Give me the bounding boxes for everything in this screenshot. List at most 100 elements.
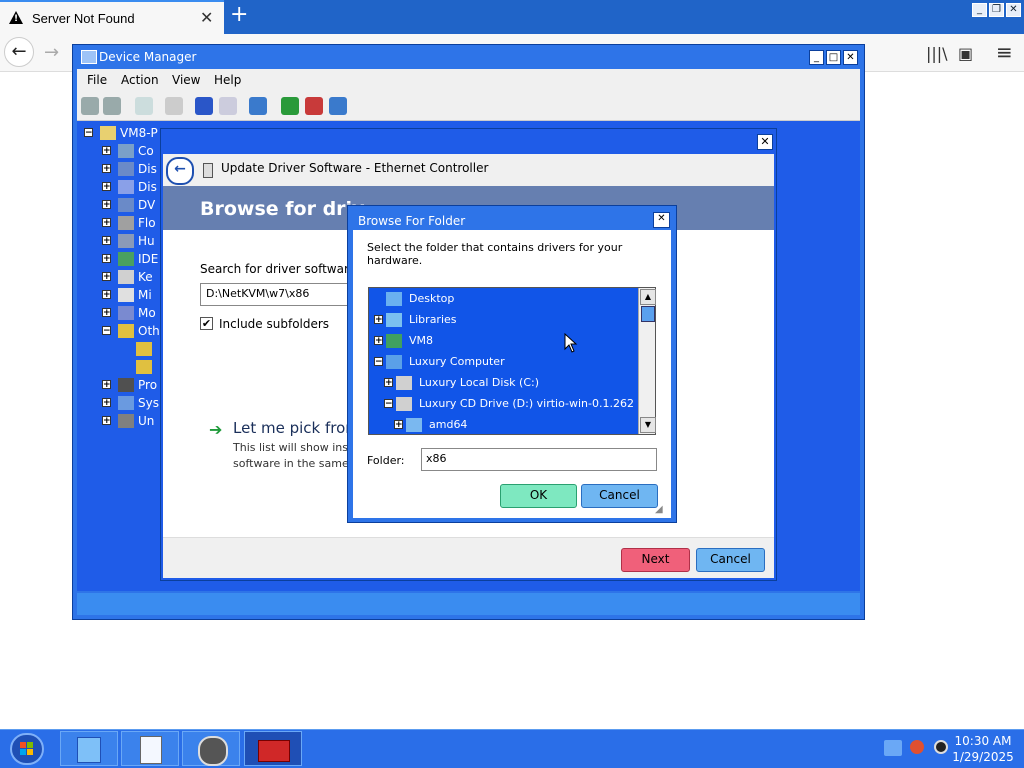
tray-app-icon[interactable] [910,740,924,754]
menu-view[interactable]: View [172,73,200,87]
device-tree-item[interactable]: DV [138,198,155,216]
menu-file[interactable]: File [87,73,107,87]
device-tree-item[interactable]: VM8-P [120,126,158,144]
taskbar-clock[interactable]: 10:30 AM 1/29/2025 [948,733,1018,765]
browse-cancel-button[interactable]: Cancel [581,484,658,508]
folder-tree-item[interactable]: Desktop [409,292,454,308]
tree-expander-icon[interactable]: + [102,272,111,282]
folder-expander-icon[interactable]: + [374,336,383,346]
dm-minimize-button[interactable]: _ [809,50,824,65]
folder-tree-item[interactable]: Luxury CD Drive (D:) virtio-win-0.1.262 [419,397,634,413]
toolbar-uninstall-icon[interactable] [329,97,347,115]
scroll-thumb[interactable] [641,306,655,322]
folder-tree-item[interactable]: Luxury Local Disk (C:) [419,376,539,392]
sidebar-icon[interactable]: ▣ [958,44,973,63]
tree-expander-icon[interactable]: + [102,398,111,408]
wizard-cancel-button[interactable]: Cancel [696,548,765,572]
dm-maximize-button[interactable]: □ [826,50,841,65]
resize-grip-icon[interactable]: ◢ [655,504,663,515]
scroll-down-icon[interactable]: ▼ [640,417,656,433]
browse-ok-button[interactable]: OK [500,484,577,508]
tree-expander-icon[interactable]: − [102,326,111,336]
device-tree-item[interactable]: Co [138,144,154,162]
mouse-cursor-icon [564,333,578,353]
browser-close-button[interactable]: ✕ [1006,3,1021,17]
device-tree-item[interactable]: Sys [138,396,159,414]
device-tree-item[interactable]: Dis [138,180,157,198]
tree-expander-icon[interactable]: + [102,290,111,300]
tree-expander-icon[interactable]: + [102,218,111,228]
device-manager-titlebar[interactable]: Device Manager _ □ ✕ [73,45,864,69]
dm-close-button[interactable]: ✕ [843,50,858,65]
folder-expander-icon[interactable]: + [374,315,383,325]
browser-minimize-button[interactable]: _ [972,3,987,17]
folder-expander-icon[interactable]: − [384,399,393,409]
tree-expander-icon[interactable]: + [102,254,111,264]
device-tree-item[interactable]: Mo [138,306,156,324]
taskbar-explorer-icon[interactable] [60,731,118,766]
tree-expander-icon[interactable]: + [102,146,111,156]
tree-expander-icon[interactable]: + [102,380,111,390]
next-button[interactable]: Next [621,548,690,572]
device-tree-item[interactable]: IDE [138,252,158,270]
tree-expander-icon[interactable]: + [102,164,111,174]
wizard-banner-text: Browse for driv [200,198,365,220]
tree-expander-icon[interactable]: + [102,416,111,426]
folder-tree-item[interactable]: Luxury Computer [409,355,505,371]
start-button-windows-icon[interactable] [10,733,44,765]
browser-tab[interactable]: ! Server Not Found ✕ [0,0,224,34]
taskbar-notepad-icon[interactable] [121,731,179,766]
scroll-up-icon[interactable]: ▲ [640,289,656,305]
toolbar-view-icon[interactable] [219,97,237,115]
forward-arrow-icon[interactable]: → [44,42,59,63]
menu-help[interactable]: Help [214,73,241,87]
tray-network-icon[interactable] [884,740,902,756]
wizard-back-icon[interactable]: ← [166,157,194,185]
back-arrow-icon[interactable]: ← [4,37,34,67]
device-tree-item[interactable]: Un [138,414,154,432]
tree-expander-icon[interactable]: + [102,308,111,318]
folder-tree-item[interactable]: Libraries [409,313,457,329]
taskbar-raccoon-app-icon[interactable] [182,731,240,766]
tray-volume-icon[interactable] [934,740,948,754]
include-subfolders-checkbox[interactable]: ✔ [200,317,213,330]
device-tree-item[interactable]: Mi [138,288,152,306]
new-tab-button[interactable]: + [230,4,252,28]
toolbar-update-driver-icon[interactable] [281,97,299,115]
device-tree-item[interactable]: Dis [138,162,157,180]
hamburger-menu-icon[interactable]: ≡ [996,40,1013,64]
toolbar-forward-icon[interactable] [103,97,121,115]
menu-action[interactable]: Action [121,73,159,87]
pick-from-list-link[interactable]: Let me pick from [233,419,360,437]
library-icon[interactable]: |||\ [926,44,948,63]
browser-maximize-button[interactable]: ❐ [989,3,1004,17]
device-category-icon [118,306,134,320]
device-tree-item[interactable]: Oth [138,324,160,342]
device-tree-item[interactable]: Ke [138,270,153,288]
folder-name-input[interactable]: x86 [421,448,657,471]
folder-tree-item[interactable]: VM8 [409,334,433,350]
browse-folder-close-button[interactable]: ✕ [653,212,670,228]
driver-path-input[interactable]: D:\NetKVM\w7\x86 [200,283,350,306]
toolbar-disable-icon[interactable] [305,97,323,115]
tree-expander-icon[interactable]: − [84,128,93,138]
folder-expander-icon[interactable]: + [384,378,393,388]
toolbar-help-icon[interactable] [195,97,213,115]
device-tree-item[interactable]: Flo [138,216,156,234]
device-tree-item[interactable]: Hu [138,234,155,252]
tab-close-icon[interactable]: ✕ [200,8,213,27]
toolbar-show-hide-icon[interactable] [135,97,153,115]
device-tree-item[interactable]: Pro [138,378,157,396]
toolbar-scan-icon[interactable] [249,97,267,115]
folder-expander-icon[interactable]: − [374,357,383,367]
tree-expander-icon[interactable]: + [102,182,111,192]
toolbar-back-icon[interactable] [81,97,99,115]
toolbar-properties-icon[interactable] [165,97,183,115]
folder-tree-scrollbar[interactable]: ▲ ▼ [638,288,656,434]
taskbar-toolbox-icon[interactable] [244,731,302,766]
wizard-close-button[interactable]: ✕ [757,134,773,150]
tree-expander-icon[interactable]: + [102,236,111,246]
folder-tree-item[interactable]: amd64 [429,418,467,434]
tree-expander-icon[interactable]: + [102,200,111,210]
folder-expander-icon[interactable]: + [394,420,403,430]
